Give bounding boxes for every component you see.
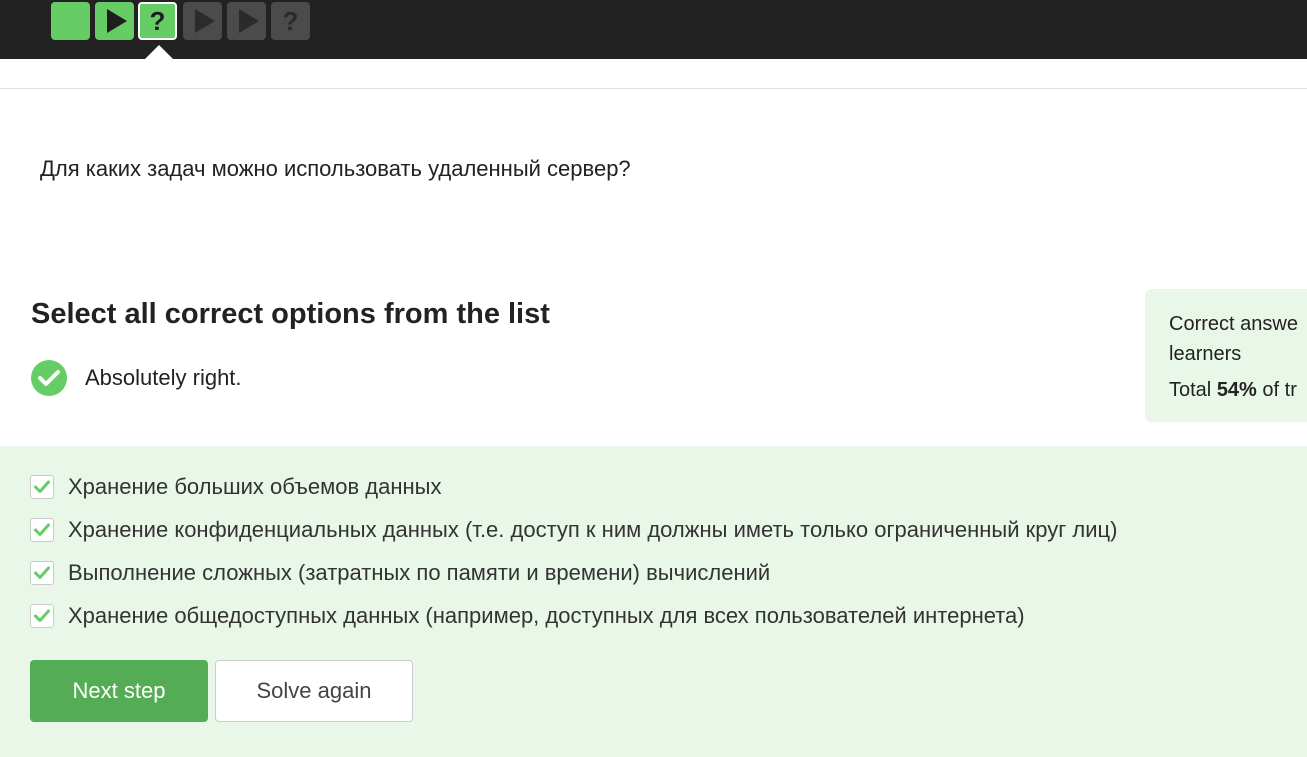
checkmark-icon xyxy=(34,523,50,536)
stats-total: Total 54% of tr xyxy=(1169,375,1307,405)
checkbox-checked[interactable] xyxy=(30,518,54,542)
divider xyxy=(0,88,1307,89)
play-icon xyxy=(194,9,215,33)
option-3[interactable]: Выполнение сложных (затратных по памяти … xyxy=(30,560,770,586)
option-2[interactable]: Хранение конфиденциальных данных (т.е. д… xyxy=(30,517,1117,543)
solve-again-button[interactable]: Solve again xyxy=(215,660,413,722)
step-navigation-bar: ? ? xyxy=(0,0,1307,59)
option-label: Хранение общедоступных данных (например,… xyxy=(68,603,1025,628)
step-1-text-passed[interactable] xyxy=(51,2,90,40)
stats-line-2: learners xyxy=(1169,343,1242,365)
checkbox-checked[interactable] xyxy=(30,561,54,585)
check-circle-icon xyxy=(31,360,67,396)
play-icon xyxy=(106,9,127,33)
stats-total-suffix: of tr xyxy=(1256,379,1297,401)
checkmark-icon xyxy=(34,609,50,622)
quiz-heading: Select all correct options from the list xyxy=(31,298,550,330)
stats-total-value: 54% xyxy=(1216,379,1257,401)
question-mark-icon: ? xyxy=(149,6,166,36)
checkmark-icon xyxy=(34,566,50,579)
stats-line-1: Correct answe xyxy=(1169,313,1298,335)
option-1[interactable]: Хранение больших объемов данных xyxy=(30,474,441,500)
next-step-button[interactable]: Next step xyxy=(30,660,208,722)
question-text: Для каких задач можно использовать удале… xyxy=(40,156,631,181)
option-label: Выполнение сложных (затратных по памяти … xyxy=(68,560,771,585)
stats-panel: Correct answe learners Total 54% of tr xyxy=(1145,289,1307,422)
checkmark-icon xyxy=(34,480,50,493)
option-label: Хранение конфиденциальных данных (т.е. д… xyxy=(68,517,1118,542)
step-4-video[interactable] xyxy=(183,2,222,40)
step-3-quiz-current[interactable]: ? xyxy=(138,2,177,40)
checkbox-checked[interactable] xyxy=(30,604,54,628)
play-icon xyxy=(238,9,259,33)
stats-total-prefix: Total xyxy=(1169,379,1217,401)
step-2-video-passed[interactable] xyxy=(95,2,134,40)
option-label: Хранение больших объемов данных xyxy=(68,474,442,499)
step-6-quiz[interactable]: ? xyxy=(271,2,310,40)
result-text: Absolutely right. xyxy=(85,365,242,390)
checkbox-checked[interactable] xyxy=(30,475,54,499)
quiz-result: Absolutely right. xyxy=(31,360,242,396)
step-5-video[interactable] xyxy=(227,2,266,40)
question-mark-icon: ? xyxy=(282,6,299,36)
current-step-pointer xyxy=(145,45,173,59)
option-4[interactable]: Хранение общедоступных данных (например,… xyxy=(30,603,1025,629)
